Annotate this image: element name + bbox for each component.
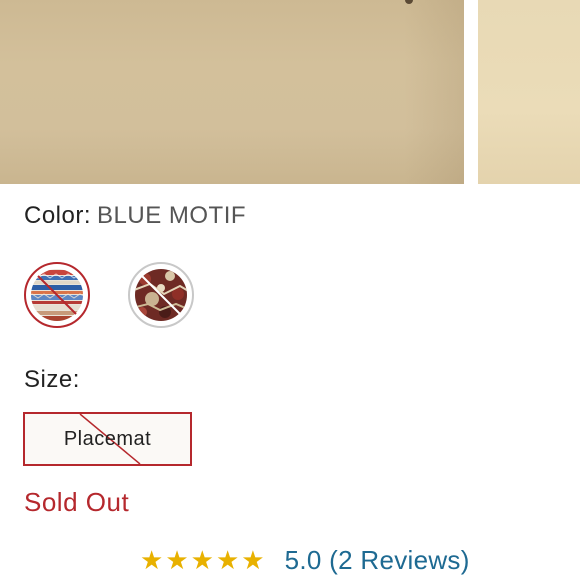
star-rating: ★ ★ ★ ★ ★: [140, 547, 265, 573]
image-shadow: [404, 0, 464, 184]
star-icon: ★: [165, 545, 189, 575]
color-label: Color:: [24, 202, 92, 229]
blue-motif-swatch-image: [31, 269, 83, 321]
star-icon: ★: [140, 545, 164, 575]
product-options-page: Color: BLUE MOTIF Size: Placemat Sold Ou…: [0, 0, 580, 580]
product-image-main[interactable]: [0, 0, 464, 184]
availability-status: Sold Out: [24, 487, 130, 517]
star-icon: ★: [241, 545, 265, 575]
red-motif-swatch-image: [135, 269, 187, 321]
color-value: BLUE MOTIF: [97, 202, 247, 229]
reviews-link[interactable]: 5.0 (2 Reviews): [285, 545, 470, 576]
color-swatch-red-motif[interactable]: [128, 262, 194, 328]
color-swatch-blue-motif[interactable]: [24, 262, 90, 328]
rating-row: ★ ★ ★ ★ ★ 5.0 (2 Reviews): [140, 543, 470, 577]
product-image-next[interactable]: [478, 0, 580, 184]
color-selector-label: Color: BLUE MOTIF: [24, 202, 246, 230]
size-option-placemat[interactable]: Placemat: [23, 412, 192, 466]
size-option-label: Placemat: [63, 428, 152, 450]
size-label: Size:: [24, 366, 80, 393]
star-icon: ★: [190, 545, 214, 575]
star-icon: ★: [215, 545, 240, 575]
